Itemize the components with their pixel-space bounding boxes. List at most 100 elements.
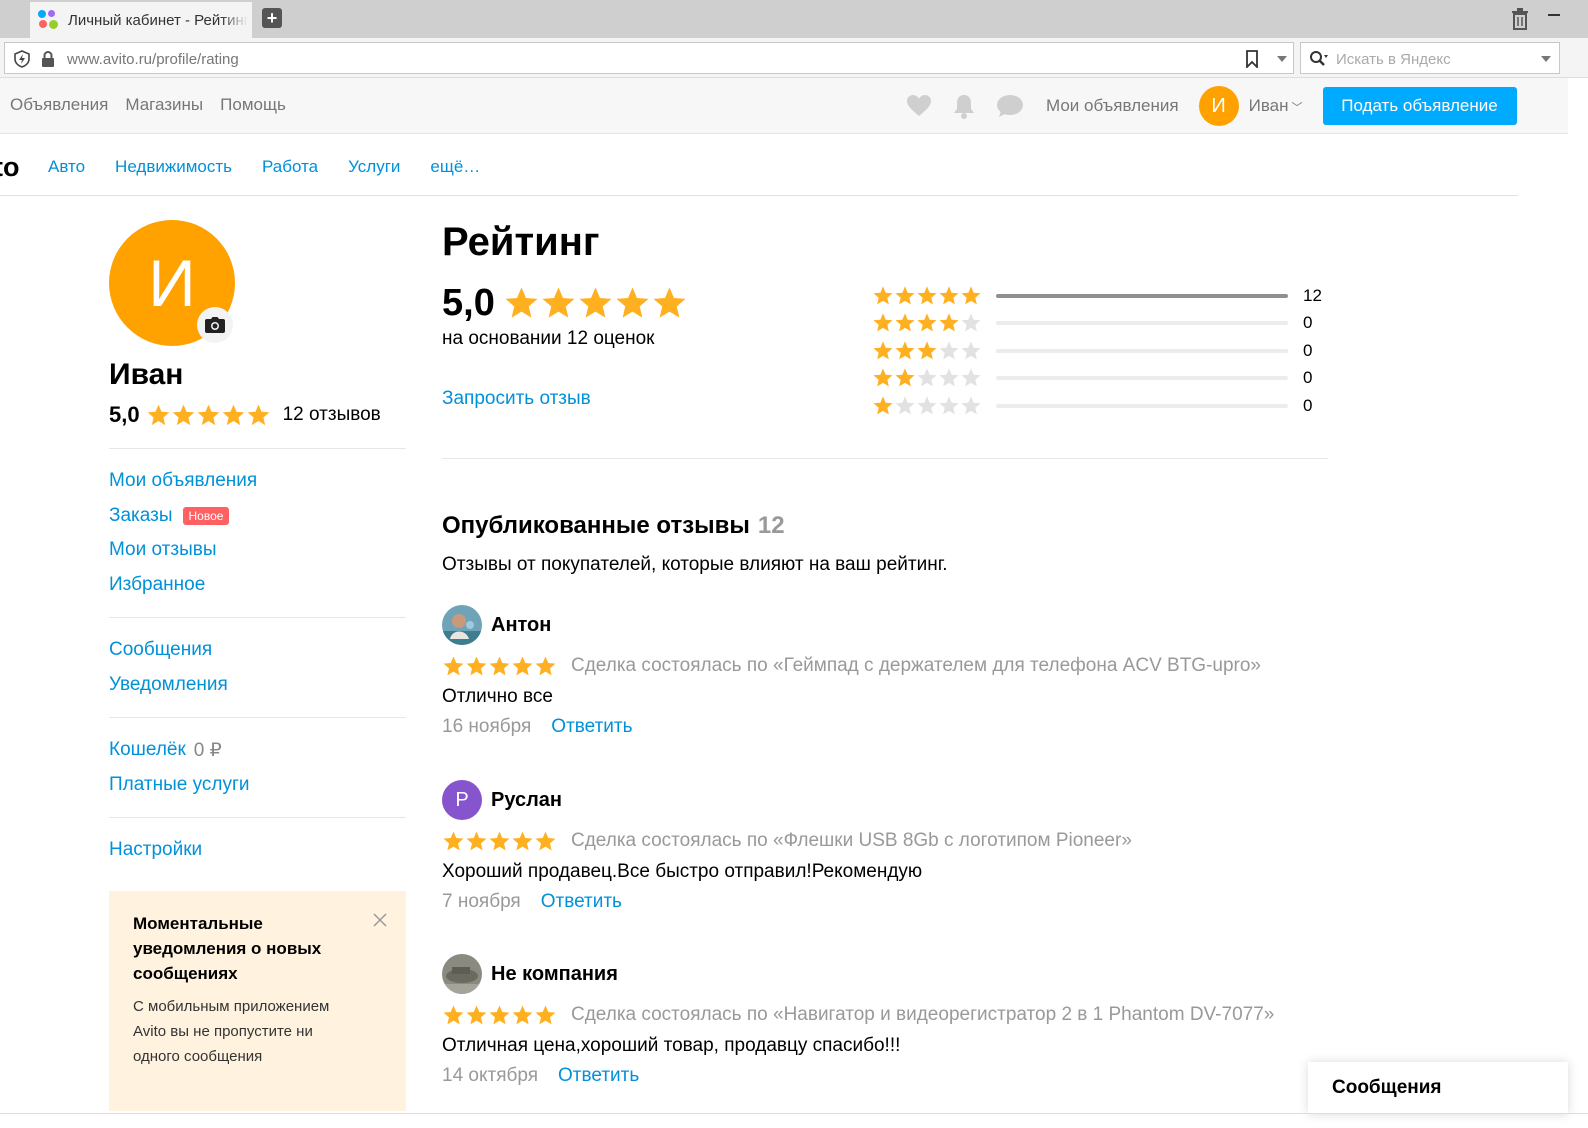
star-empty-icon xyxy=(917,368,937,387)
star-empty-icon xyxy=(961,313,981,332)
star-empty-icon xyxy=(961,341,981,360)
search-dropdown-icon[interactable] xyxy=(1541,56,1551,62)
new-tab-icon[interactable]: + xyxy=(262,8,282,28)
profile-reviews-count[interactable]: 12 отзывов xyxy=(283,404,381,426)
review-deal-text[interactable]: Сделка состоялась по «Флешки USB 8Gb с л… xyxy=(571,830,1132,852)
published-reviews-title: Опубликованные отзывы 12 xyxy=(442,512,785,540)
profile-rating-stars xyxy=(146,403,271,428)
close-icon[interactable] xyxy=(373,913,387,927)
section-divider xyxy=(442,458,1328,459)
star-empty-icon xyxy=(961,396,981,415)
star-filled-icon xyxy=(917,341,937,360)
lock-icon xyxy=(42,51,54,67)
star-filled-icon xyxy=(917,313,937,332)
reviewer-avatar[interactable]: Р xyxy=(442,780,482,820)
star-empty-icon xyxy=(939,396,959,415)
bookmark-icon[interactable] xyxy=(1245,50,1259,68)
my-ads-link[interactable]: Мои объявления xyxy=(1046,96,1179,116)
address-bar: www.avito.ru/profile/rating Искать в Янд… xyxy=(0,38,1588,78)
review-deal-text[interactable]: Сделка состоялась по «Геймпад с держател… xyxy=(571,655,1261,677)
site-header: Объявления Магазины Помощь Мои объявлени… xyxy=(0,78,1568,134)
promo-title: Моментальные уведомления о новых сообщен… xyxy=(133,914,322,983)
star-filled-icon xyxy=(579,287,612,318)
url-field[interactable]: www.avito.ru/profile/rating xyxy=(4,42,1294,74)
review-footer: 7 ноября Ответить xyxy=(442,886,1332,918)
star-filled-icon xyxy=(653,287,686,318)
shield-icon[interactable] xyxy=(13,50,31,68)
distribution-bar xyxy=(996,293,1288,298)
reviewer-avatar-photo[interactable] xyxy=(442,954,482,994)
review-stars xyxy=(442,1004,557,1027)
published-reviews-subtitle: Отзывы от покупателей, которые влияют на… xyxy=(442,554,948,575)
review-footer: 14 октября Ответить xyxy=(442,1060,1332,1092)
distribution-bar-fill xyxy=(996,293,1288,298)
sidebar-item-favorites[interactable]: Избранное xyxy=(109,568,406,603)
sidebar-item-wallet[interactable]: Кошелёк 0 ₽ xyxy=(109,733,406,768)
star-filled-icon xyxy=(172,404,194,425)
sidebar-item-label: Мои отзывы xyxy=(109,539,217,561)
reviewer-name[interactable]: Руслан xyxy=(491,789,562,812)
request-review-link[interactable]: Запросить отзыв xyxy=(442,388,591,410)
star-filled-icon xyxy=(895,313,915,332)
browser-tab[interactable]: Личный кабинет - Рейтинг xyxy=(30,2,252,38)
category-more[interactable]: ещё… xyxy=(430,157,480,177)
category-services[interactable]: Услуги xyxy=(348,157,400,177)
notifications-bell-icon[interactable] xyxy=(952,93,976,119)
star-filled-icon xyxy=(512,655,533,675)
category-realty[interactable]: Недвижимость xyxy=(115,157,232,177)
favorites-heart-icon[interactable] xyxy=(906,94,932,118)
nav-help-link[interactable]: Помощь xyxy=(220,95,286,115)
star-empty-icon xyxy=(917,396,937,415)
star-filled-icon xyxy=(489,830,510,850)
user-menu[interactable]: Иван ﹀ xyxy=(1249,96,1303,116)
review-date: 7 ноября xyxy=(442,891,521,912)
review-text: Отлично все xyxy=(442,686,553,707)
rating-stars xyxy=(503,285,688,322)
messages-widget[interactable]: Сообщения xyxy=(1308,1062,1568,1114)
star-filled-icon xyxy=(512,830,533,850)
star-filled-icon xyxy=(873,313,893,332)
nav-ads-link[interactable]: Объявления xyxy=(10,95,108,115)
search-icon xyxy=(1310,51,1328,66)
minimize-icon[interactable] xyxy=(1548,14,1560,16)
sidebar-item-paid-services[interactable]: Платные услуги xyxy=(109,768,406,803)
reply-link[interactable]: Ответить xyxy=(541,891,622,913)
search-placeholder: Искать в Яндекс xyxy=(1336,51,1451,68)
sidebar-item-my-reviews[interactable]: Мои отзывы xyxy=(109,533,406,568)
distribution-bar xyxy=(996,376,1288,381)
messages-chat-icon[interactable] xyxy=(996,94,1024,118)
star-filled-icon xyxy=(147,404,169,425)
star-filled-icon xyxy=(466,655,487,675)
review-deal-text[interactable]: Сделка состоялась по «Навигатор и видеор… xyxy=(571,1004,1274,1026)
review-footer: 16 ноября Ответить xyxy=(442,711,1332,743)
reviewer-name[interactable]: Антон xyxy=(491,614,551,637)
sidebar-item-orders[interactable]: Заказы Новое xyxy=(109,499,406,534)
star-filled-icon xyxy=(939,286,959,305)
url-dropdown-icon[interactable] xyxy=(1277,56,1287,62)
sidebar-item-notifications[interactable]: Уведомления xyxy=(109,668,406,703)
user-avatar[interactable]: И xyxy=(1198,86,1239,126)
camera-icon[interactable] xyxy=(197,307,233,343)
star-filled-icon xyxy=(512,1004,533,1024)
sidebar-item-settings[interactable]: Настройки xyxy=(109,833,406,868)
category-jobs[interactable]: Работа xyxy=(262,157,318,177)
sidebar-item-my-ads[interactable]: Мои объявления xyxy=(109,464,406,499)
reviewer-avatar-photo[interactable] xyxy=(442,605,482,645)
reply-link[interactable]: Ответить xyxy=(558,1065,639,1087)
reply-link[interactable]: Ответить xyxy=(551,716,632,738)
site-logo[interactable]: to xyxy=(0,152,19,183)
reviewer-name[interactable]: Не компания xyxy=(491,963,618,986)
category-auto[interactable]: Авто xyxy=(48,157,85,177)
star-filled-icon xyxy=(466,1004,487,1024)
review-item: Не компания Сделка состоялась по «Навига… xyxy=(442,954,1332,1092)
yandex-search-field[interactable]: Искать в Яндекс xyxy=(1300,42,1560,74)
trash-icon[interactable] xyxy=(1510,8,1530,30)
distribution-bar xyxy=(996,403,1288,408)
star-filled-icon xyxy=(247,404,269,425)
profile-avatar[interactable]: И xyxy=(109,220,235,346)
post-ad-button[interactable]: Подать объявление xyxy=(1322,87,1517,125)
category-nav: to Авто Недвижимость Работа Услуги ещё… xyxy=(0,134,1518,196)
sidebar-item-messages[interactable]: Сообщения xyxy=(109,633,406,668)
app-promo-banner: Моментальные уведомления о новых сообщен… xyxy=(109,891,406,1111)
nav-shops-link[interactable]: Магазины xyxy=(125,95,203,115)
